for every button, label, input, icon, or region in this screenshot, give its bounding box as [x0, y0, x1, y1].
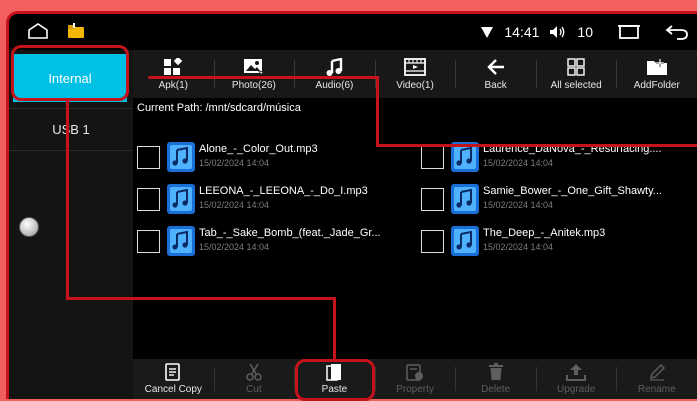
delete-button[interactable]: Delete — [455, 359, 536, 399]
cancel-copy-icon — [165, 363, 181, 381]
list-item[interactable]: Samie_Bower_-_One_Gift_Shawty... 15/02/2… — [421, 184, 691, 216]
toolbar-back[interactable]: Back — [455, 50, 536, 98]
file-name: The_Deep_-_Anitek.mp3 — [483, 227, 606, 239]
file-date: 15/02/2024 14:04 — [483, 200, 554, 210]
clock: 14:41 — [504, 24, 540, 40]
status-bar: 14:41 10 — [9, 14, 697, 50]
select-checkbox[interactable] — [421, 188, 444, 211]
film-icon — [404, 57, 426, 76]
sidebar-divider — [9, 150, 133, 151]
file-date: 15/02/2024 14:04 — [199, 242, 270, 252]
recent-apps-icon[interactable] — [617, 24, 641, 40]
photo-icon — [243, 58, 265, 76]
scroll-handle[interactable] — [19, 217, 39, 237]
file-date: 15/02/2024 14:04 — [199, 200, 270, 210]
select-checkbox[interactable] — [137, 230, 160, 253]
file-date: 15/02/2024 14:04 — [483, 242, 554, 252]
list-item[interactable]: The_Deep_-_Anitek.mp3 15/02/2024 14:04 — [421, 226, 691, 258]
audio-file-icon — [167, 142, 195, 177]
file-name: Tab_-_Sake_Bomb_(feat._Jade_Gr... — [199, 227, 381, 239]
volume-level: 10 — [577, 24, 593, 40]
grid-icon — [567, 57, 585, 76]
trash-icon — [488, 363, 503, 380]
list-item[interactable]: Laurence_DaNova_-_Resurfacing.... 15/02/… — [421, 142, 691, 174]
storage-sidebar: Internal USB 1 — [9, 50, 133, 399]
file-date: 15/02/2024 14:04 — [199, 158, 270, 168]
property-icon — [406, 364, 424, 381]
back-nav-icon[interactable] — [665, 24, 689, 40]
pencil-icon — [649, 363, 665, 381]
audio-file-icon — [167, 184, 195, 219]
folder-app-icon — [67, 23, 85, 44]
property-button[interactable]: Property — [374, 359, 456, 399]
list-item[interactable]: LEEONA_-_LEEONA_-_Do_I.mp3 15/02/2024 14… — [137, 184, 407, 216]
toolbar-apk[interactable]: Apk(1) — [133, 50, 214, 98]
paste-button[interactable]: Paste — [294, 359, 375, 399]
audio-file-icon — [451, 142, 479, 177]
file-date: 15/02/2024 14:04 — [483, 158, 554, 168]
tab-internal[interactable]: Internal — [13, 54, 127, 102]
select-checkbox[interactable] — [137, 146, 160, 169]
audio-file-icon — [451, 226, 479, 261]
apps-icon — [164, 57, 183, 75]
audio-file-icon — [167, 226, 195, 261]
scissors-icon — [246, 363, 262, 381]
location-icon — [480, 25, 494, 39]
audio-file-icon — [451, 184, 479, 219]
select-checkbox[interactable] — [421, 146, 444, 169]
rename-button[interactable]: Rename — [616, 359, 697, 399]
add-folder-icon — [646, 58, 667, 75]
status-indicators: 14:41 10 — [480, 20, 689, 44]
current-path: Current Path: /mnt/sdcard/música — [137, 102, 301, 114]
select-checkbox[interactable] — [421, 230, 444, 253]
file-name: Laurence_DaNova_-_Resurfacing.... — [483, 143, 662, 155]
toolbar-video[interactable]: Video(1) — [374, 50, 456, 98]
sidebar-divider — [9, 108, 133, 109]
upgrade-button[interactable]: Upgrade — [535, 359, 617, 399]
file-list-area: Current Path: /mnt/sdcard/música Alone_-… — [133, 98, 697, 359]
cut-button[interactable]: Cut — [213, 359, 295, 399]
tab-usb[interactable]: USB 1 — [9, 122, 133, 137]
list-item[interactable]: Alone_-_Color_Out.mp3 15/02/2024 14:04 — [137, 142, 407, 174]
file-name: Alone_-_Color_Out.mp3 — [199, 143, 318, 155]
music-note-icon — [326, 57, 343, 76]
select-checkbox[interactable] — [137, 188, 160, 211]
category-toolbar: Apk(1) Photo(26) Audio(6) Video(1) Back … — [133, 50, 697, 98]
file-name: Samie_Bower_-_One_Gift_Shawty... — [483, 185, 662, 197]
toolbar-photo[interactable]: Photo(26) — [213, 50, 295, 98]
device-screen: 14:41 10 Internal USB 1 Apk(1) Photo(26)… — [6, 11, 697, 399]
toolbar-select-all[interactable]: All selected — [535, 50, 617, 98]
volume-icon[interactable] — [549, 25, 567, 39]
upload-icon — [566, 364, 587, 381]
home-icon[interactable] — [27, 23, 49, 44]
toolbar-audio[interactable]: Audio(6) — [294, 50, 375, 98]
list-item[interactable]: Tab_-_Sake_Bomb_(feat._Jade_Gr... 15/02/… — [137, 226, 407, 258]
cancel-copy-button[interactable]: Cancel Copy — [133, 359, 214, 399]
toolbar-add-folder[interactable]: AddFolder — [616, 50, 697, 98]
file-name: LEEONA_-_LEEONA_-_Do_I.mp3 — [199, 185, 368, 197]
paste-icon — [326, 364, 342, 381]
back-arrow-icon — [486, 58, 504, 75]
action-bar: Cancel Copy Cut Paste Property Delete Up… — [133, 359, 697, 399]
